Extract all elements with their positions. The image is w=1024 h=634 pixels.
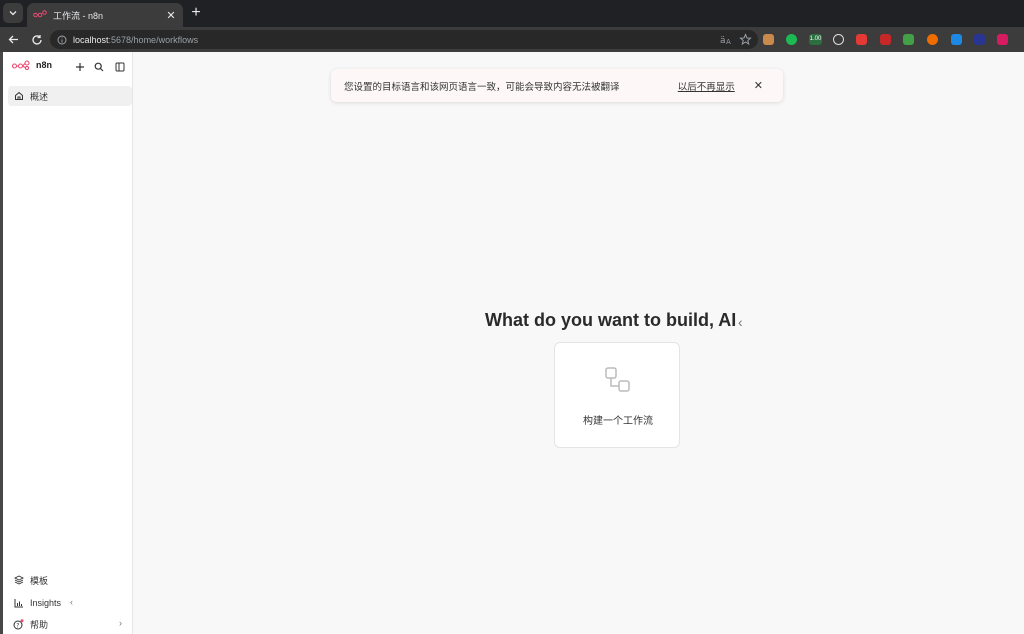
ext-6-icon[interactable]: [880, 34, 891, 45]
browser-toolbar: localhost:5678/home/workflows äA 1.00: [0, 27, 1024, 52]
ext-9-icon[interactable]: [951, 34, 962, 45]
search-button[interactable]: [92, 60, 105, 73]
chevron-left-icon: ‹: [738, 314, 743, 330]
sidebar-toggle-icon: [115, 62, 124, 71]
svg-text:ä: ä: [720, 36, 726, 46]
url-path: :5678/home/workflows: [108, 34, 199, 45]
chevron-down-icon: [9, 11, 17, 16]
sidebar: n8n 概述 模板 Insights ‹ ? 帮助 ›: [0, 52, 133, 634]
svg-text:A: A: [726, 38, 731, 46]
translate-icon[interactable]: äA: [720, 33, 733, 46]
search-icon: [94, 62, 103, 71]
home-icon: [13, 91, 24, 102]
logo-text: n8n: [36, 60, 53, 70]
arrow-left-icon: [8, 35, 18, 44]
browser-tab-bar: 工作流 - n8n ✕ +: [0, 0, 1024, 27]
ext-2-icon[interactable]: [786, 34, 797, 45]
ext-11-icon[interactable]: [997, 34, 1008, 45]
sidebar-item-overview[interactable]: 概述: [8, 86, 132, 106]
templates-icon: [13, 575, 24, 586]
sidebar-item-help[interactable]: ? 帮助 ›: [8, 614, 132, 634]
svg-text:?: ?: [16, 622, 19, 629]
plus-icon: [75, 62, 84, 71]
sidebar-item-templates[interactable]: 模板: [8, 570, 132, 590]
dont-show-again-link[interactable]: 以后不再显示: [678, 79, 735, 93]
create-button[interactable]: [73, 60, 86, 73]
bar-chart-icon: [13, 598, 24, 609]
sidebar-item-label: 概述: [30, 91, 49, 102]
workflow-icon: [605, 367, 630, 392]
ext-3-icon[interactable]: 1.00: [809, 34, 822, 45]
sidebar-item-label: 模板: [30, 575, 49, 586]
sidebar-item-label: 帮助: [30, 619, 49, 630]
sidebar-item-label: Insights: [30, 598, 62, 608]
ext-8-icon[interactable]: [927, 34, 938, 45]
reload-icon: [31, 34, 42, 45]
page-title: What do you want to build, AI: [485, 310, 737, 330]
ext-7-icon[interactable]: [903, 34, 914, 45]
sidebar-item-insights[interactable]: Insights ‹: [8, 593, 132, 613]
ext-4-icon[interactable]: [833, 34, 844, 45]
browser-tab-active[interactable]: 工作流 - n8n ✕: [27, 3, 183, 27]
help-icon: ?: [13, 618, 24, 630]
url-host: localhost: [73, 34, 109, 45]
tab-title: 工作流 - n8n: [53, 10, 104, 21]
tab-search-button[interactable]: [3, 3, 23, 23]
chevron-left-icon: ‹: [70, 597, 73, 607]
ext-10-icon[interactable]: [974, 34, 985, 45]
collapse-sidebar-button[interactable]: [113, 60, 126, 73]
bookmark-star-icon[interactable]: [739, 33, 752, 46]
n8n-logo-icon: [12, 60, 30, 70]
build-workflow-card[interactable]: 构建一个工作流: [554, 342, 680, 448]
reload-button[interactable]: [28, 31, 45, 48]
banner-message: 您设置的目标语言和该网页语言一致，可能会导致内容无法被翻译: [344, 81, 620, 93]
ext-5-icon[interactable]: [856, 34, 867, 45]
tab-close-icon[interactable]: ✕: [165, 9, 177, 22]
new-tab-button[interactable]: +: [187, 4, 205, 22]
translate-warning-banner: 您设置的目标语言和该网页语言一致，可能会导致内容无法被翻译 以后不再显示 ✕: [331, 69, 783, 102]
app-logo[interactable]: n8n: [12, 60, 52, 70]
address-bar[interactable]: localhost:5678/home/workflows äA: [50, 30, 758, 49]
back-button[interactable]: [5, 31, 22, 48]
n8n-favicon-icon: [33, 10, 47, 18]
ext-1-icon[interactable]: [763, 34, 774, 45]
chevron-right-icon: ›: [119, 618, 122, 628]
card-label: 构建一个工作流: [583, 416, 653, 427]
close-icon[interactable]: ✕: [754, 79, 763, 92]
site-info-icon[interactable]: [57, 35, 67, 45]
